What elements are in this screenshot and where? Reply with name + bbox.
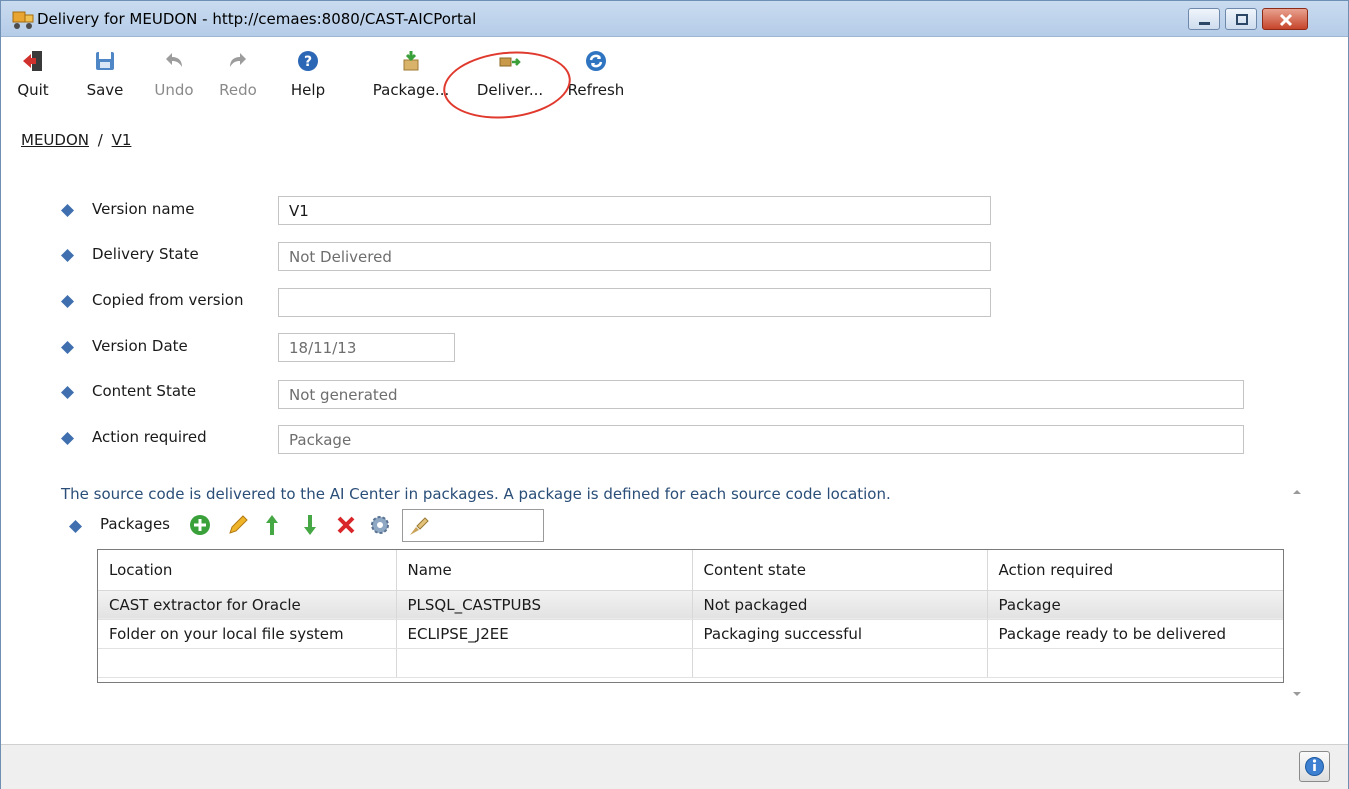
quit-button[interactable]: Quit <box>15 45 51 107</box>
delete-icon[interactable] <box>334 513 358 537</box>
table-cell <box>987 648 1283 678</box>
refresh-button[interactable]: Refresh <box>563 45 629 107</box>
table-row[interactable] <box>98 648 1283 678</box>
version-date-label: Version Date <box>92 337 188 355</box>
table-cell: PLSQL_CASTPUBS <box>396 590 693 620</box>
table-header-row: Location Name Content state Action requi… <box>98 550 1283 591</box>
diamond-bullet-icon <box>61 249 74 262</box>
table-cell: Package ready to be delivered <box>987 619 1283 649</box>
table-row[interactable]: Folder on your local file system ECLIPSE… <box>98 619 1283 649</box>
table-cell: Not packaged <box>692 590 988 620</box>
action-required-field <box>278 425 1244 454</box>
table-cell: ECLIPSE_J2EE <box>396 619 693 649</box>
breadcrumb-app-link[interactable]: MEUDON <box>21 131 89 149</box>
table-cell: Folder on your local file system <box>98 619 397 649</box>
maximize-icon <box>1236 14 1248 25</box>
minimize-icon <box>1199 22 1210 25</box>
move-up-icon[interactable] <box>260 513 284 537</box>
refresh-label: Refresh <box>567 81 625 99</box>
info-icon <box>1305 757 1324 776</box>
title-bar: Delivery for MEUDON - http://cemaes:8080… <box>1 1 1348 37</box>
redo-button[interactable]: Redo <box>215 45 261 107</box>
copied-from-label: Copied from version <box>92 291 244 309</box>
packages-label: Packages <box>100 515 170 533</box>
scroll-down-arrow-icon[interactable] <box>1292 689 1302 699</box>
diamond-bullet-icon <box>61 295 74 308</box>
save-button[interactable]: Save <box>83 45 127 107</box>
version-name-input[interactable] <box>278 196 991 225</box>
application-window: Delivery for MEUDON - http://cemaes:8080… <box>0 0 1349 789</box>
edit-pencil-icon[interactable] <box>226 513 250 537</box>
breadcrumb-version-link[interactable]: V1 <box>112 131 132 149</box>
diamond-bullet-icon <box>61 386 74 399</box>
add-package-icon[interactable] <box>188 513 212 537</box>
refresh-icon <box>586 51 606 71</box>
delivery-state-field <box>278 242 991 271</box>
column-header-content-state[interactable]: Content state <box>692 550 988 591</box>
package-label: Package... <box>372 81 450 99</box>
undo-label: Undo <box>154 81 194 99</box>
quit-label: Quit <box>17 81 49 99</box>
help-label: Help <box>290 81 326 99</box>
packages-info-text: The source code is delivered to the AI C… <box>61 485 891 503</box>
table-cell <box>98 648 397 678</box>
table-row[interactable]: CAST extractor for Oracle PLSQL_CASTPUBS… <box>98 590 1283 620</box>
window-title: Delivery for MEUDON - http://cemaes:8080… <box>37 10 477 28</box>
breadcrumb: MEUDON / V1 <box>21 131 131 149</box>
minimize-button[interactable] <box>1188 8 1220 30</box>
diamond-bullet-icon <box>61 432 74 445</box>
undo-button[interactable]: Undo <box>151 45 197 107</box>
move-down-icon[interactable] <box>298 513 322 537</box>
status-bar <box>1 744 1348 789</box>
save-label: Save <box>86 81 124 99</box>
table-cell: CAST extractor for Oracle <box>98 590 397 620</box>
redo-icon <box>230 53 246 67</box>
scroll-up-arrow-icon[interactable] <box>1292 487 1302 497</box>
table-cell: Packaging successful <box>692 619 988 649</box>
close-icon <box>1279 13 1293 27</box>
diamond-bullet-icon <box>61 204 74 217</box>
floppy-disk-icon <box>96 52 114 70</box>
forklift-icon <box>12 11 34 29</box>
gear-icon[interactable] <box>368 513 392 537</box>
exit-icon <box>23 51 42 71</box>
info-button[interactable] <box>1299 751 1330 782</box>
content-state-field <box>278 380 1244 409</box>
content-state-label: Content State <box>92 382 197 400</box>
close-button[interactable] <box>1262 8 1308 30</box>
table-cell <box>692 648 988 678</box>
toolbar: Quit Save Undo Redo ? Help Package... De… <box>1 45 701 109</box>
diamond-bullet-icon <box>69 520 82 533</box>
maximize-button[interactable] <box>1225 8 1257 30</box>
help-button[interactable]: ? Help <box>287 45 329 107</box>
help-icon: ? <box>298 51 318 71</box>
package-icon <box>403 51 419 71</box>
vertical-scrollbar[interactable] <box>1288 481 1306 709</box>
version-date-field <box>278 333 455 362</box>
undo-icon <box>166 53 182 67</box>
svg-text:?: ? <box>304 54 312 70</box>
delivery-state-label: Delivery State <box>92 245 199 263</box>
breadcrumb-separator: / <box>97 131 103 149</box>
table-cell <box>396 648 693 678</box>
redo-label: Redo <box>219 81 257 99</box>
action-required-label: Action required <box>92 428 207 446</box>
column-header-name[interactable]: Name <box>396 550 693 591</box>
column-header-location[interactable]: Location <box>98 550 397 591</box>
packages-filter-box[interactable] <box>402 509 544 542</box>
copied-from-input[interactable] <box>278 288 991 317</box>
packages-table: Location Name Content state Action requi… <box>97 549 1284 683</box>
diamond-bullet-icon <box>61 341 74 354</box>
version-name-label: Version name <box>92 200 195 218</box>
table-cell: Package <box>987 590 1283 620</box>
column-header-action-required[interactable]: Action required <box>987 550 1283 591</box>
package-button[interactable]: Package... <box>371 45 451 107</box>
filter-brush-icon <box>410 517 429 535</box>
